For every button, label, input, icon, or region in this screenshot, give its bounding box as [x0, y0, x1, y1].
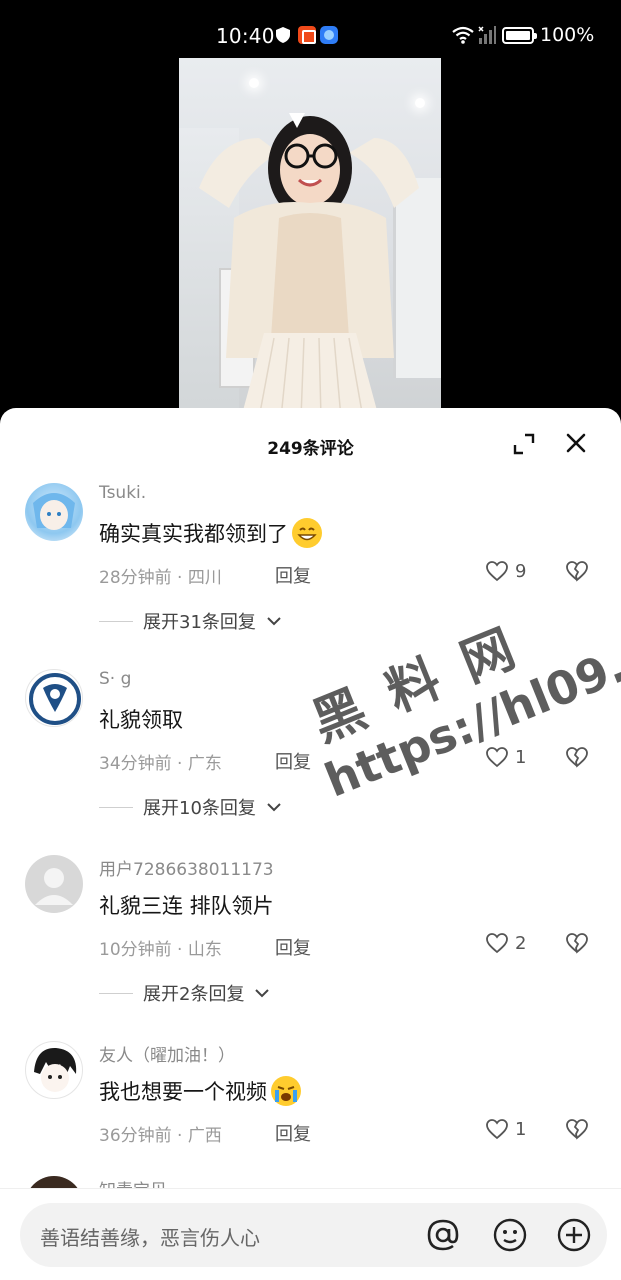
plus-icon[interactable]: [556, 1217, 592, 1253]
avatar[interactable]: [25, 855, 83, 913]
expand-replies-label: 展开2条回复: [143, 984, 245, 1005]
avatar[interactable]: [25, 669, 83, 727]
comment-meta: 36分钟前 · 广西: [99, 1126, 222, 1146]
crying-emoji-icon: [271, 1076, 301, 1106]
broken-heart-icon[interactable]: [565, 1118, 589, 1140]
chevron-down-icon: [255, 989, 270, 998]
reply-button[interactable]: 回复: [275, 1120, 311, 1146]
comment-text: 礼貌三连 排队领片: [99, 890, 274, 920]
chevron-down-icon: [267, 617, 281, 626]
emoji-icon[interactable]: [492, 1217, 528, 1253]
like-button[interactable]: 2: [485, 932, 526, 954]
comment-time: 10分钟前: [99, 940, 172, 960]
app-notification-icon: [298, 26, 316, 44]
avatar[interactable]: [25, 1041, 83, 1099]
divider-line: [99, 806, 133, 808]
status-bar: 10:40 100%: [0, 0, 621, 58]
comment-text-body: 我也想要一个视频: [99, 1080, 267, 1104]
comment-text: 我也想要一个视频: [99, 1076, 301, 1106]
comment-location: 广西: [187, 1126, 222, 1146]
like-button[interactable]: 1: [485, 1118, 526, 1140]
avatar[interactable]: [25, 483, 83, 541]
chevron-down-icon: [267, 803, 281, 812]
browser-notification-icon: [320, 26, 338, 44]
comment-location: 广东: [187, 754, 222, 774]
comment-input-bar: 善语结善缘，恶言伤人心: [0, 1188, 621, 1280]
comment-input[interactable]: 善语结善缘，恶言伤人心: [20, 1203, 607, 1267]
comment-text: 礼貌领取: [99, 704, 183, 734]
signal-icon: [478, 26, 496, 44]
reply-button[interactable]: 回复: [275, 748, 311, 774]
comment-item: 友人（曜加油！） 我也想要一个视频 36分钟前 · 广西 回复 1: [0, 1041, 621, 1181]
like-button[interactable]: 1: [485, 746, 526, 768]
reply-button[interactable]: 回复: [275, 562, 311, 588]
comment-username[interactable]: 用户7286638011173: [99, 855, 274, 880]
battery-percent: 100%: [540, 24, 595, 46]
heart-icon: [486, 747, 508, 768]
comment-location: 四川: [187, 568, 222, 588]
comment-username[interactable]: Tsuki.: [99, 483, 146, 503]
heart-icon: [486, 1119, 508, 1140]
comment-meta: 28分钟前 · 四川: [99, 568, 222, 588]
like-count: 1: [515, 1118, 527, 1140]
status-time: 10:40: [216, 24, 275, 48]
comment-time: 28分钟前: [99, 568, 172, 588]
comment-input-placeholder: 善语结善缘，恶言伤人心: [40, 1226, 260, 1250]
like-count: 1: [515, 746, 527, 768]
comment-item: 用户7286638011173 礼貌三连 排队领片 10分钟前 · 山东 回复 …: [0, 855, 621, 1035]
like-count: 9: [515, 560, 527, 582]
comment-meta: 34分钟前 · 广东: [99, 754, 222, 774]
broken-heart-icon[interactable]: [565, 746, 589, 768]
at-mention-icon[interactable]: [425, 1217, 461, 1253]
shield-icon: [276, 27, 290, 43]
video-player[interactable]: [0, 58, 621, 418]
comment-location: 山东: [187, 940, 222, 960]
video-frame: [179, 58, 441, 418]
comment-username[interactable]: S· g: [99, 669, 131, 689]
fullscreen-icon[interactable]: [512, 432, 536, 456]
grin-emoji-icon: [292, 518, 322, 548]
comment-time: 34分钟前: [99, 754, 172, 774]
wifi-icon: [452, 26, 474, 44]
broken-heart-icon[interactable]: [565, 932, 589, 954]
comment-text: 确实真实我都领到了: [99, 518, 322, 548]
comment-sheet: 249条评论 Tsuki. 确实真实我都领到了 28分钟前 · 四川 回复 9 …: [0, 408, 621, 1280]
comment-meta: 10分钟前 · 山东: [99, 940, 222, 960]
close-icon[interactable]: [563, 430, 589, 456]
like-button[interactable]: 9: [485, 560, 526, 582]
comment-item: S· g 礼貌领取 34分钟前 · 广东 回复 1 展开10条回复: [0, 669, 621, 849]
expand-replies-label: 展开10条回复: [143, 798, 256, 819]
expand-replies-button[interactable]: 展开10条回复: [99, 794, 282, 820]
comment-text-body: 礼貌三连 排队领片: [99, 894, 274, 918]
dancer-figure: [199, 113, 419, 418]
reply-button[interactable]: 回复: [275, 934, 311, 960]
divider-line: [99, 992, 133, 994]
comment-item: Tsuki. 确实真实我都领到了 28分钟前 · 四川 回复 9 展开31条回复: [0, 483, 621, 663]
comment-time: 36分钟前: [99, 1126, 172, 1146]
comment-text-body: 礼貌领取: [99, 708, 183, 732]
divider-line: [99, 620, 133, 622]
heart-icon: [486, 561, 508, 582]
expand-replies-button[interactable]: 展开31条回复: [99, 608, 282, 634]
expand-replies-label: 展开31条回复: [143, 612, 256, 633]
battery-icon: [502, 27, 537, 44]
comment-text-body: 确实真实我都领到了: [99, 522, 288, 546]
heart-icon: [486, 933, 508, 954]
like-count: 2: [515, 932, 527, 954]
expand-replies-button[interactable]: 展开2条回复: [99, 980, 270, 1006]
comment-username[interactable]: 友人（曜加油！）: [99, 1041, 235, 1066]
broken-heart-icon[interactable]: [565, 560, 589, 582]
